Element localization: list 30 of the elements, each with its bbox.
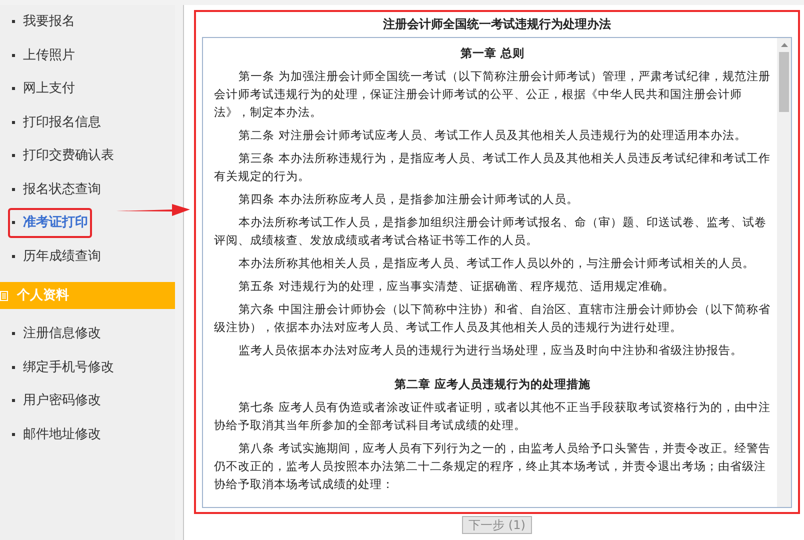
sidebar-link[interactable]: 历年成绩查询 <box>8 242 105 271</box>
paragraph: 第一条 为加强注册会计师全国统一考试（以下简称注册会计师考试）管理，严肃考试纪律，规范注册会计师考试违规行为的处理，保证注册会计师考试的公平、公正，根据《中华人民共和国注册会计师法》，制定本办法。 <box>214 68 771 121</box>
sidebar-link[interactable]: 注册信息修改 <box>8 319 105 348</box>
scrollbar-thumb[interactable] <box>779 52 789 112</box>
paragraph: 第三条 本办法所称违规行为，是指应考人员、考试工作人员及其他相关人员违反考试纪律和考试工作有关规定的行为。 <box>214 150 771 185</box>
sidebar-link[interactable]: 准考证打印 <box>8 208 92 238</box>
paragraph: 第四条 本办法所称应考人员，是指参加注册会计师考试的人员。 <box>238 191 580 208</box>
document-title: 注册会计师全国统一考试违规行为处理办法 <box>382 16 612 33</box>
chapter-heading: 第一章 总则 <box>459 45 526 62</box>
scroll-up-icon <box>780 43 788 47</box>
sidebar-link[interactable]: 网上支付 <box>8 74 79 104</box>
sidebar-link[interactable]: 打印交费确认表 <box>8 141 118 170</box>
section-header: 个人资料 <box>0 282 175 309</box>
paragraph: 第二条 对注册会计师考试应考人员、考试工作人员及其他相关人员违规行为的处理适用本办法。 <box>238 127 748 144</box>
paragraph: 本办法所称考试工作人员，是指参加组织注册会计师考试报名、命（审）题、印送试卷、监考、试卷评阅、成绩核查、发放成绩或者考试合格证书等工作的人员。 <box>214 214 768 249</box>
chapter-heading: 第二章 应考人员违规行为的处理措施 <box>393 376 592 393</box>
paragraph: 第六条 中国注册会计师协会（以下简称中注协）和省、自治区、直辖市注册会计师协会（以下简称省级注协），依据本办法对应考人员、考试工作人员及其他相关人员的违规行为进行处理。 <box>214 301 771 336</box>
paragraph: 本办法所称其他相关人员，是指应考人员、考试工作人员以外的，与注册会计师考试相关的人员。 <box>238 255 756 272</box>
sidebar-link[interactable]: 用户密码修改 <box>8 386 105 416</box>
paragraph: 第七条 应考人员有伪造或者涂改证件或者证明，或者以其他不正当手段获取考试资格行为的，由中注协给予取消其当年所参加的全部考试科目考试成绩的处理。 <box>214 399 771 434</box>
list-icon <box>0 290 8 300</box>
sidebar-link[interactable]: 绑定手机号修改 <box>8 352 118 382</box>
sidebar-link[interactable]: 我要报名 <box>8 7 79 36</box>
paragraph: 监考人员依据本办法对应考人员的违规行为进行当场处理，应当及时向中注协和省级注协报告。 <box>238 342 744 359</box>
sidebar-link[interactable]: 报名状态查询 <box>8 174 105 204</box>
sidebar-link[interactable]: 打印报名信息 <box>8 108 105 137</box>
sidebar-link[interactable]: 邮件地址修改 <box>8 420 105 449</box>
paragraph: 第八条 考试实施期间，应考人员有下列行为之一的，由监考人员给予口头警告，并责令改正。经警告仍不改正的，监考人员按照本办法第二十二条规定的程序，终止其本场考试，并责令退出考场；由省级注协给予取消本场考试成绩的处理： <box>214 440 771 493</box>
sidebar-link[interactable]: 上传照片 <box>8 40 79 70</box>
paragraph: 第五条 对违规行为的处理，应当事实清楚、证据确凿、程序规范、适用规定准确。 <box>238 278 676 295</box>
